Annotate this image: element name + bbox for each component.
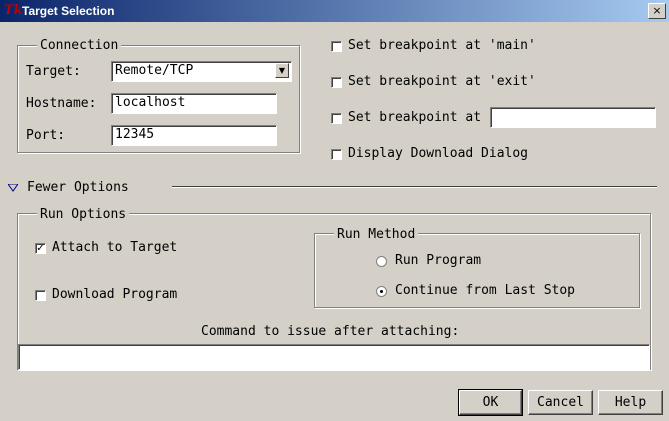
run-method-legend: Run Method <box>334 227 419 243</box>
break-at-field[interactable] <box>490 107 656 128</box>
break-at-label: Set breakpoint at <box>348 110 482 125</box>
command-field[interactable] <box>18 344 650 370</box>
attach-label: Attach to Target <box>52 240 178 255</box>
window-title: Target Selection <box>22 4 115 18</box>
cancel-button[interactable]: Cancel <box>528 390 593 415</box>
connection-legend: Connection <box>37 38 122 54</box>
attach-checkbox[interactable]: ✓ <box>35 243 46 254</box>
fewer-options-label: Fewer Options <box>27 180 129 195</box>
target-label: Target: <box>26 64 81 79</box>
ok-button[interactable]: OK <box>458 389 523 416</box>
help-button[interactable]: Help <box>598 390 663 415</box>
break-exit-checkbox[interactable] <box>331 77 342 88</box>
options-separator <box>172 186 657 188</box>
run-program-label: Run Program <box>395 253 482 268</box>
hostname-field[interactable]: localhost <box>111 93 277 114</box>
break-at-checkbox[interactable] <box>331 113 342 124</box>
break-main-checkbox[interactable] <box>331 41 342 52</box>
target-select-value: Remote/TCP <box>115 63 194 78</box>
download-program-label: Download Program <box>52 287 178 302</box>
tk-logo-icon: Tk <box>4 3 23 18</box>
triangle-down-icon <box>8 184 18 192</box>
dropdown-arrow-icon[interactable]: ▼ <box>275 63 289 78</box>
break-main-label: Set breakpoint at 'main' <box>348 38 536 53</box>
run-options-legend: Run Options <box>37 207 130 223</box>
hostname-label: Hostname: <box>26 96 97 111</box>
download-program-checkbox[interactable] <box>35 290 46 301</box>
continue-label: Continue from Last Stop <box>395 283 576 298</box>
continue-radio[interactable] <box>376 286 387 297</box>
download-dialog-label: Display Download Dialog <box>348 146 529 161</box>
download-dialog-checkbox[interactable] <box>331 149 342 160</box>
port-field[interactable]: 12345 <box>111 125 277 146</box>
close-button[interactable]: × <box>648 3 666 19</box>
break-exit-label: Set breakpoint at 'exit' <box>348 74 536 89</box>
port-label: Port: <box>26 128 66 143</box>
command-label: Command to issue after attaching: <box>201 324 460 339</box>
title-bar[interactable]: Tk Target Selection × <box>0 0 669 22</box>
run-program-radio[interactable] <box>376 256 387 267</box>
target-select[interactable]: Remote/TCP ▼ <box>111 61 292 82</box>
